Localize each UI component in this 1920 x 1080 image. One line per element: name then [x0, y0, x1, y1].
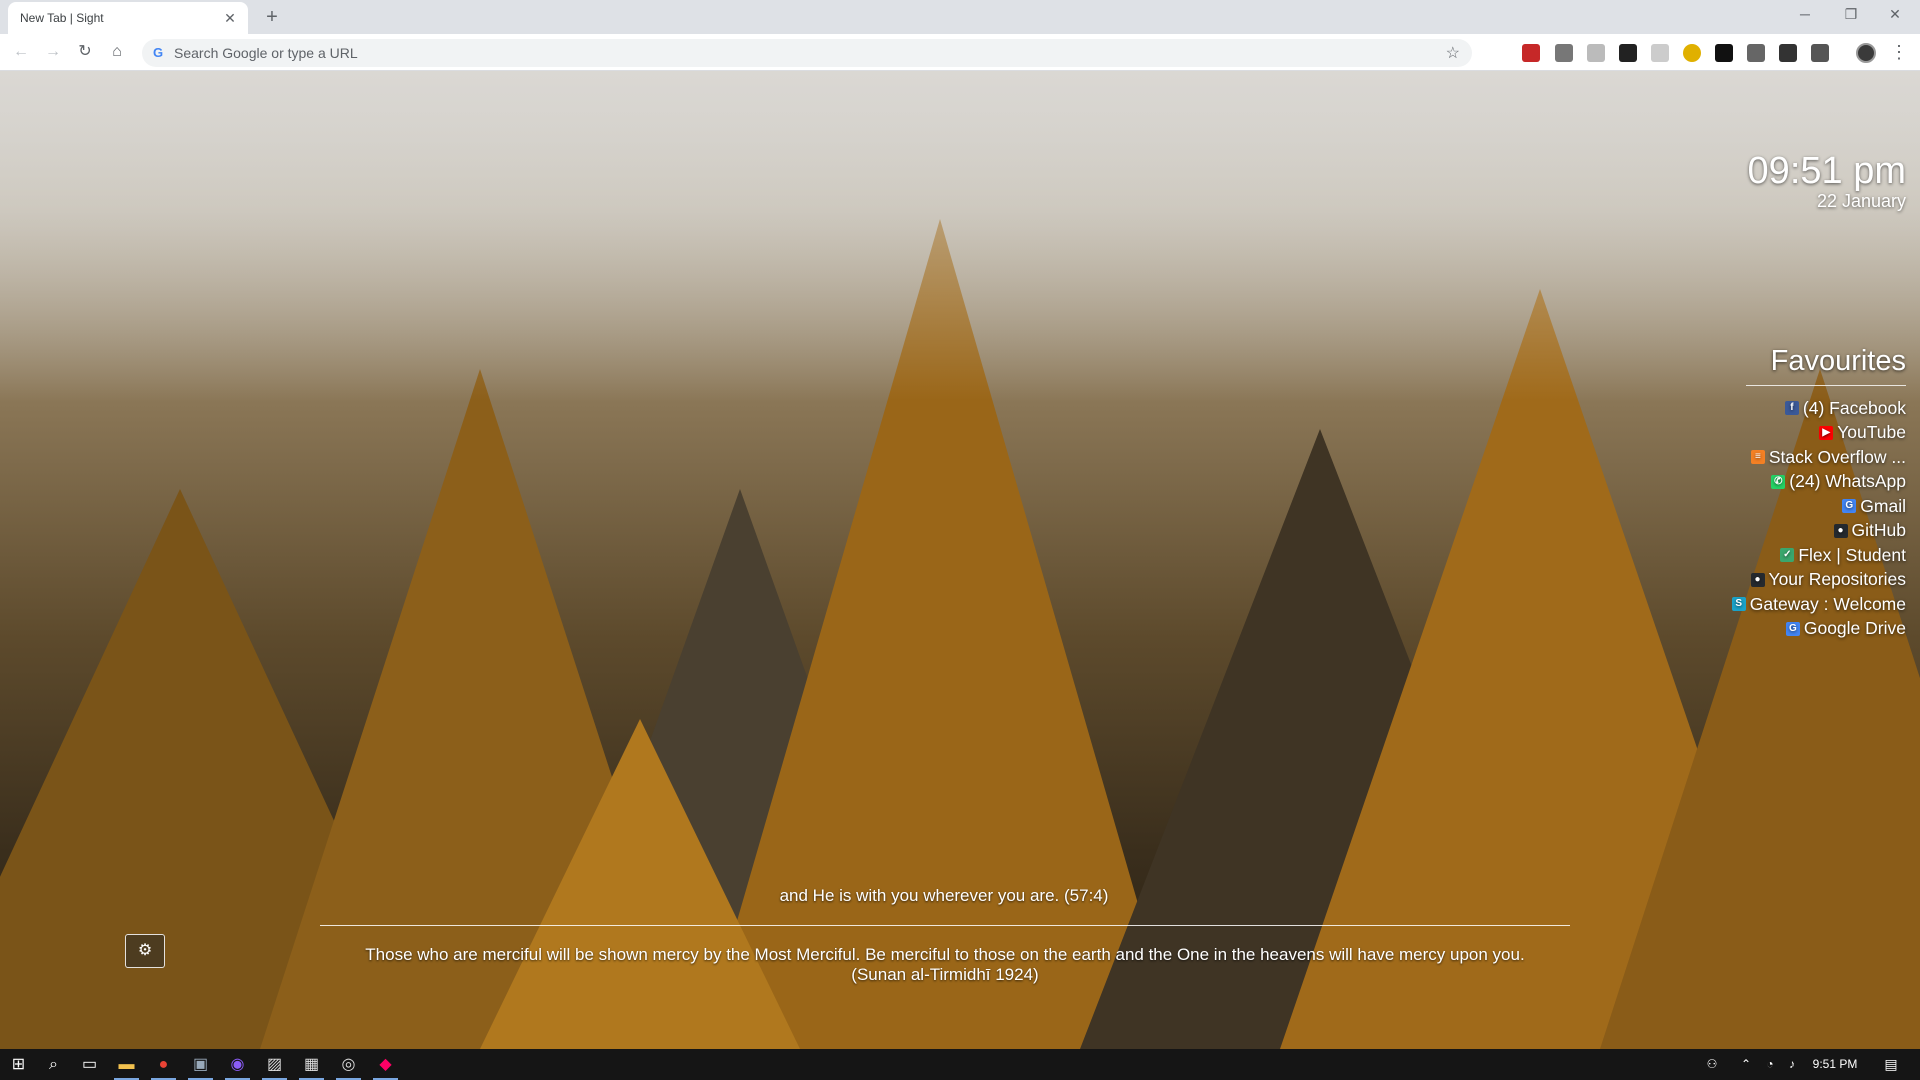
extension-icon-2[interactable]	[1555, 44, 1573, 62]
hadith-quote: Those who are merciful will be shown mer…	[320, 945, 1570, 985]
volume-icon[interactable]: ♪	[1782, 1049, 1802, 1080]
tab-strip: New Tab | Sight ✕ + ─ ❐ ✕	[0, 0, 1920, 34]
taskbar-app-icon[interactable]: ◎	[330, 1049, 367, 1080]
new-tab-button[interactable]: +	[260, 6, 284, 30]
people-icon[interactable]: ⚇	[1700, 1049, 1724, 1080]
favourite-link[interactable]: ✓ Flex | Student	[1646, 543, 1906, 568]
favourite-label: Google Drive	[1803, 618, 1906, 639]
github-icon: ●	[1750, 572, 1765, 587]
fog-overlay	[0, 71, 1920, 401]
google-icon: G	[152, 45, 164, 60]
quote-divider	[320, 925, 1570, 926]
favourite-link[interactable]: S Gateway : Welcome	[1646, 592, 1906, 617]
favourite-link[interactable]: ▶ YouTube	[1646, 421, 1906, 446]
favourite-label: GitHub	[1851, 520, 1906, 541]
windows-taskbar: ⊞ ⌕ ▭ ▬ ● ▣ ◉ ▨ ▦ ◎ ◆ ⚇ ⌃ ◔ ♪ 9:51 PM ▤	[0, 1049, 1920, 1080]
clock-date: 22 January	[1816, 191, 1906, 211]
profile-avatar[interactable]	[1856, 43, 1876, 63]
menu-dots-icon[interactable]: ⋮	[1890, 41, 1908, 65]
favourite-label: Flex | Student	[1798, 544, 1906, 565]
omnibox-placeholder: Search Google or type a URL	[174, 45, 358, 61]
google-icon: G	[1842, 499, 1857, 514]
extension-icon-9[interactable]	[1779, 44, 1797, 62]
favourite-link[interactable]: ● GitHub	[1646, 519, 1906, 544]
hadith-text: Those who are merciful will be shown mer…	[365, 945, 1525, 964]
extension-icon-6[interactable]	[1683, 44, 1701, 62]
network-icon[interactable]: ◔	[1760, 1049, 1780, 1080]
home-icon[interactable]: ⌂	[105, 40, 129, 64]
tree-shape	[480, 719, 800, 1049]
favourite-label: YouTube	[1837, 422, 1906, 443]
extension-icon-1[interactable]	[1522, 44, 1540, 62]
minimize-button[interactable]: ─	[1782, 0, 1828, 30]
favourites-list: f (4) Facebook ▶ YouTube ≡ Stack Overflow ...…	[1646, 396, 1906, 641]
extension-icon-4[interactable]	[1619, 44, 1637, 62]
taskbar-app-icon[interactable]: ◉	[219, 1049, 256, 1080]
action-center-icon[interactable]: ▤	[1876, 1049, 1906, 1080]
close-window-button[interactable]: ✕	[1872, 0, 1918, 30]
tab-new-tab-sight[interactable]: New Tab | Sight ✕	[8, 2, 248, 34]
favourites-title: Favourites	[1746, 343, 1906, 386]
back-arrow-icon[interactable]: ←	[9, 40, 33, 64]
favourite-label: (24) WhatsApp	[1789, 471, 1906, 492]
youtube-icon: ▶	[1819, 425, 1834, 440]
quran-verse: and He is with you wherever you are. (57…	[779, 886, 1109, 905]
webstorm-icon[interactable]: ▦	[293, 1049, 330, 1080]
favourite-label: Your Repositories	[1768, 569, 1907, 590]
chevron-up-icon[interactable]: ⌃	[1736, 1049, 1756, 1080]
browser-toolbar: ← → ↻ ⌂ G Search Google or type a URL ☆ …	[0, 34, 1920, 71]
search-icon[interactable]: ⌕	[35, 1049, 72, 1080]
taskbar-clock[interactable]: 9:51 PM	[1805, 1049, 1865, 1080]
file-explorer-icon[interactable]: ▬	[108, 1049, 145, 1080]
extension-icon-3[interactable]	[1587, 44, 1605, 62]
bookmark-star-icon[interactable]: ☆	[1446, 43, 1460, 63]
extension-icon-10[interactable]	[1811, 44, 1829, 62]
clock-widget: 09:51 pm 22 January	[1748, 151, 1906, 211]
omnibox[interactable]: G Search Google or type a URL ☆	[142, 39, 1472, 67]
favourite-link[interactable]: ● Your Repositories	[1646, 568, 1906, 593]
google-icon: G	[1785, 621, 1800, 636]
favourite-label: Gateway : Welcome	[1749, 593, 1906, 614]
favourite-link[interactable]: ✆ (24) WhatsApp	[1646, 470, 1906, 495]
forward-arrow-icon[interactable]: →	[41, 40, 65, 64]
facebook-icon: f	[1784, 401, 1799, 416]
stackoverflow-icon: ≡	[1750, 450, 1765, 465]
chrome-icon[interactable]: ●	[145, 1049, 182, 1080]
extension-icon-5[interactable]	[1651, 44, 1669, 62]
clock-time: 09:51 pm	[1747, 150, 1906, 192]
tab-close-icon[interactable]: ✕	[222, 10, 238, 27]
windows-start-icon[interactable]: ⊞	[0, 1049, 37, 1080]
favourite-label: Stack Overflow ...	[1768, 446, 1906, 467]
task-view-icon[interactable]: ▭	[71, 1049, 108, 1080]
favourites-panel: Favourites f (4) Facebook ▶ YouTube ≡ Stack O…	[1646, 343, 1906, 641]
favourite-link[interactable]: G Gmail	[1646, 494, 1906, 519]
taskbar-app-icon[interactable]: ▣	[182, 1049, 219, 1080]
github-icon: ●	[1833, 523, 1848, 538]
camera-icon[interactable]	[1747, 44, 1765, 62]
hadith-source: (Sunan al-Tirmidhī 1924)	[851, 965, 1039, 984]
settings-gear-icon[interactable]: ⚙	[125, 934, 165, 968]
favourite-label: Gmail	[1860, 495, 1906, 516]
whatsapp-icon: ✆	[1771, 474, 1786, 489]
restore-button[interactable]: ❐	[1828, 0, 1874, 30]
reload-icon[interactable]: ↻	[73, 40, 97, 64]
new-tab-page: 09:51 pm 22 January Favourites f (4) Face…	[0, 71, 1920, 1049]
extension-icon-7[interactable]	[1715, 44, 1733, 62]
flex-icon: ✓	[1780, 548, 1795, 563]
favourite-link[interactable]: f (4) Facebook	[1646, 396, 1906, 421]
gateway-icon: S	[1731, 597, 1746, 612]
taskbar-app-icon[interactable]: ◆	[367, 1049, 404, 1080]
tab-title: New Tab | Sight	[20, 11, 104, 25]
favourite-link[interactable]: G Google Drive	[1646, 617, 1906, 642]
favourite-link[interactable]: ≡ Stack Overflow ...	[1646, 445, 1906, 470]
photos-icon[interactable]: ▨	[256, 1049, 293, 1080]
favourite-label: (4) Facebook	[1802, 397, 1906, 418]
